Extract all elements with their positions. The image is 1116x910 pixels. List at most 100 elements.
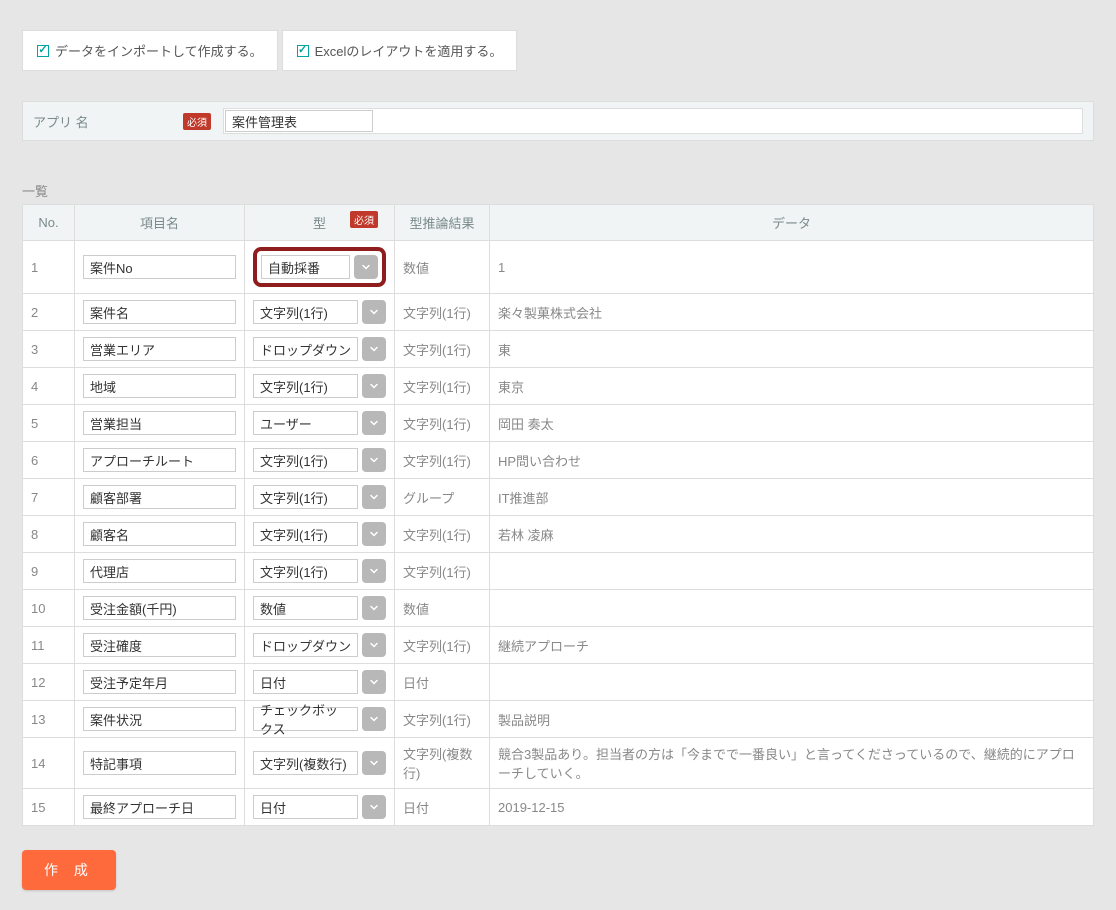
type-select[interactable]: 文字列(1行) — [253, 374, 386, 398]
inference-cell: グループ — [395, 479, 490, 516]
data-cell: 東 — [490, 331, 1094, 368]
table-row: 1自動採番数値1 — [23, 241, 1094, 294]
table-row: 4文字列(1行)文字列(1行)東京 — [23, 368, 1094, 405]
required-badge: 必須 — [350, 211, 378, 228]
inference-cell: 文字列(1行) — [395, 294, 490, 331]
chevron-down-icon[interactable] — [362, 795, 386, 819]
inference-cell: 文字列(1行) — [395, 701, 490, 738]
chevron-down-icon[interactable] — [362, 374, 386, 398]
data-cell — [490, 553, 1094, 590]
table-row: 14文字列(複数行)文字列(複数行)競合3製品あり。担当者の方は「今までで一番良… — [23, 738, 1094, 789]
inference-cell: 文字列(1行) — [395, 442, 490, 479]
field-name-input[interactable] — [83, 795, 236, 819]
table-row: 5 ユーザー文字列(1行)岡田 奏太 — [23, 405, 1094, 442]
type-select[interactable]: 文字列(1行) — [253, 300, 386, 324]
type-select[interactable]: 文字列(複数行) — [253, 751, 386, 775]
chevron-down-icon[interactable] — [362, 522, 386, 546]
check-icon — [37, 45, 49, 57]
field-name-input[interactable] — [83, 596, 236, 620]
field-name-input[interactable] — [83, 300, 236, 324]
data-cell: 1 — [490, 241, 1094, 294]
field-name-input[interactable] — [83, 707, 236, 731]
type-select[interactable]: 数値 — [253, 596, 386, 620]
inference-cell: 文字列(1行) — [395, 405, 490, 442]
data-cell: 岡田 奏太 — [490, 405, 1094, 442]
row-no: 9 — [23, 553, 75, 590]
inference-cell: 文字列(1行) — [395, 368, 490, 405]
type-select[interactable]: ドロップダウン — [253, 633, 386, 657]
chevron-down-icon[interactable] — [362, 596, 386, 620]
type-select[interactable]: 文字列(1行) — [253, 448, 386, 472]
type-select[interactable]: 文字列(1行) — [253, 559, 386, 583]
type-value: 数値 — [253, 596, 358, 620]
type-select[interactable]: ユーザー — [253, 411, 386, 435]
table-row: 12日付日付 — [23, 664, 1094, 701]
field-name-input[interactable] — [83, 337, 236, 361]
field-name-input[interactable] — [83, 522, 236, 546]
chevron-down-icon[interactable] — [362, 751, 386, 775]
inference-cell: 文字列(複数行) — [395, 738, 490, 789]
table-row: 2文字列(1行)文字列(1行)楽々製菓株式会社 — [23, 294, 1094, 331]
import-option[interactable]: データをインポートして作成する。 — [22, 30, 278, 71]
th-inference: 型推論結果 — [395, 205, 490, 241]
field-name-input[interactable] — [83, 374, 236, 398]
layout-option[interactable]: Excelのレイアウトを適用する。 — [282, 30, 518, 71]
table-row: 10数値数値 — [23, 590, 1094, 627]
field-name-input[interactable] — [83, 411, 236, 435]
data-cell: 2019-12-15 — [490, 789, 1094, 826]
field-name-input[interactable] — [83, 448, 236, 472]
chevron-down-icon[interactable] — [362, 485, 386, 509]
row-no: 8 — [23, 516, 75, 553]
app-name-input[interactable]: 案件管理表 — [225, 110, 373, 132]
app-name-label: アプリ 名 — [33, 112, 183, 131]
chevron-down-icon[interactable] — [362, 559, 386, 583]
check-icon — [297, 45, 309, 57]
chevron-down-icon[interactable] — [362, 633, 386, 657]
data-cell — [490, 664, 1094, 701]
table-row: 7文字列(1行)グループIT推進部 — [23, 479, 1094, 516]
type-select[interactable]: 文字列(1行) — [253, 485, 386, 509]
type-select[interactable]: 日付 — [253, 670, 386, 694]
row-no: 1 — [23, 241, 75, 294]
table-row: 3ドロップダウン文字列(1行)東 — [23, 331, 1094, 368]
row-no: 10 — [23, 590, 75, 627]
chevron-down-icon[interactable] — [362, 670, 386, 694]
field-name-input[interactable] — [83, 751, 236, 775]
type-value: 日付 — [253, 670, 358, 694]
chevron-down-icon[interactable] — [362, 707, 386, 731]
type-value: 文字列(1行) — [253, 300, 358, 324]
field-name-input[interactable] — [83, 559, 236, 583]
th-type: 型 必須 — [245, 205, 395, 241]
layout-option-label: Excelのレイアウトを適用する。 — [315, 41, 503, 60]
inference-cell: 日付 — [395, 789, 490, 826]
table-row: 11ドロップダウン文字列(1行)継続アプローチ — [23, 627, 1094, 664]
create-button[interactable]: 作 成 — [22, 850, 116, 890]
field-name-input[interactable] — [83, 255, 236, 279]
type-select[interactable]: ドロップダウン — [253, 337, 386, 361]
type-value: 日付 — [253, 795, 358, 819]
field-name-input[interactable] — [83, 670, 236, 694]
required-badge: 必須 — [183, 113, 211, 130]
row-no: 12 — [23, 664, 75, 701]
type-select[interactable]: 日付 — [253, 795, 386, 819]
row-no: 5 — [23, 405, 75, 442]
inference-cell: 文字列(1行) — [395, 516, 490, 553]
field-name-input[interactable] — [83, 485, 236, 509]
chevron-down-icon[interactable] — [354, 255, 378, 279]
type-select[interactable]: チェックボックス — [253, 707, 386, 731]
list-heading: 一覧 — [22, 181, 1094, 200]
chevron-down-icon[interactable] — [362, 300, 386, 324]
app-name-input-wrap: 案件管理表 — [223, 108, 1083, 134]
chevron-down-icon[interactable] — [362, 411, 386, 435]
type-select[interactable]: 自動採番 — [261, 255, 378, 279]
table-row: 13チェックボックス文字列(1行)製品説明 — [23, 701, 1094, 738]
table-row: 8文字列(1行)文字列(1行)若林 凌麻 — [23, 516, 1094, 553]
type-select[interactable]: 文字列(1行) — [253, 522, 386, 546]
chevron-down-icon[interactable] — [362, 448, 386, 472]
row-no: 14 — [23, 738, 75, 789]
th-data: データ — [490, 205, 1094, 241]
th-name: 項目名 — [75, 205, 245, 241]
chevron-down-icon[interactable] — [362, 337, 386, 361]
row-no: 11 — [23, 627, 75, 664]
field-name-input[interactable] — [83, 633, 236, 657]
